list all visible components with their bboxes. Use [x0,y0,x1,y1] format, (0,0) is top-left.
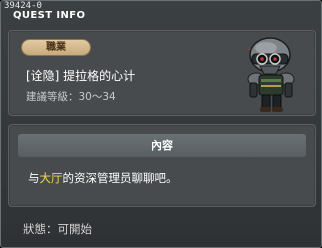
npc-portrait [247,37,295,112]
window-title: QUEST INFO [13,10,86,21]
desc-highlight: 大厅 [39,171,63,185]
desc-text-before: 与 [28,171,40,185]
quest-info-window: 39424-0 QUEST INFO 職業 [诠隐] 提拉格的心计 建議等級：3… [0,0,322,248]
desc-text-after: 的资深管理员聊聊吧。 [62,171,178,185]
quest-description: 与大厅的资深管理员聊聊吧。 [28,171,178,185]
status-value: 可開始 [57,222,93,236]
title-bar[interactable]: 39424-0 QUEST INFO [1,1,322,23]
level-label: 建議等級： [26,91,79,103]
status-label: 狀態： [23,222,58,236]
content-header: 內容 [18,134,306,157]
job-badge: 職業 [21,39,91,56]
quest-summary-panel: 職業 [诠隐] 提拉格的心计 建議等級：30～34 [8,30,316,116]
recommended-level: 建議等級：30～34 [26,91,116,104]
level-range: 30～34 [78,91,116,103]
quest-name: [诠隐] 提拉格的心计 [26,69,136,83]
quest-status: 狀態：可開始 [23,222,92,236]
quest-content-panel: 內容 与大厅的资深管理员聊聊吧。 [8,124,316,207]
